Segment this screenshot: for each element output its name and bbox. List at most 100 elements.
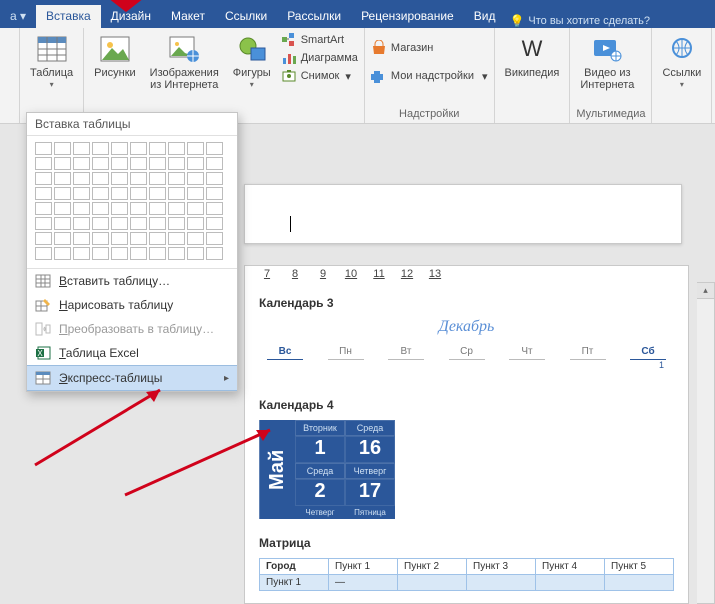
grid-cell[interactable] <box>206 232 223 245</box>
grid-cell[interactable] <box>73 232 90 245</box>
grid-cell[interactable] <box>187 172 204 185</box>
grid-cell[interactable] <box>35 217 52 230</box>
gallery-item-matrix[interactable]: Город Пункт 1 Пункт 2 Пункт 3 Пункт 4 Пу… <box>259 558 674 591</box>
grid-cell[interactable] <box>149 172 166 185</box>
grid-cell[interactable] <box>168 247 185 260</box>
grid-cell[interactable] <box>149 202 166 215</box>
grid-cell[interactable] <box>92 142 109 155</box>
grid-cell[interactable] <box>92 187 109 200</box>
shapes-button[interactable]: Фигуры▾ <box>229 31 275 91</box>
grid-cell[interactable] <box>73 247 90 260</box>
screenshot-button[interactable]: Снимок▾ <box>281 67 358 85</box>
tab-view[interactable]: Вид <box>464 5 506 28</box>
grid-cell[interactable] <box>35 157 52 170</box>
grid-cell[interactable] <box>187 187 204 200</box>
grid-cell[interactable] <box>73 187 90 200</box>
grid-cell[interactable] <box>168 217 185 230</box>
chart-button[interactable]: Диаграмма <box>281 49 358 67</box>
grid-cell[interactable] <box>111 232 128 245</box>
grid-cell[interactable] <box>35 232 52 245</box>
grid-cell[interactable] <box>73 157 90 170</box>
grid-cell[interactable] <box>92 172 109 185</box>
grid-cell[interactable] <box>187 217 204 230</box>
grid-cell[interactable] <box>187 247 204 260</box>
grid-cell[interactable] <box>35 202 52 215</box>
table-button[interactable]: Таблица▾ <box>26 31 77 91</box>
grid-cell[interactable] <box>149 217 166 230</box>
grid-cell[interactable] <box>130 172 147 185</box>
grid-cell[interactable] <box>206 187 223 200</box>
grid-cell[interactable] <box>206 172 223 185</box>
grid-cell[interactable] <box>130 232 147 245</box>
grid-cell[interactable] <box>111 202 128 215</box>
grid-cell[interactable] <box>168 232 185 245</box>
gallery-scrollbar[interactable]: ▴ <box>697 282 715 604</box>
grid-cell[interactable] <box>149 187 166 200</box>
grid-cell[interactable] <box>187 142 204 155</box>
grid-cell[interactable] <box>54 157 71 170</box>
grid-cell[interactable] <box>92 202 109 215</box>
grid-cell[interactable] <box>187 232 204 245</box>
tab-layout[interactable]: Макет <box>161 5 215 28</box>
smartart-button[interactable]: SmartArt <box>281 31 358 49</box>
grid-cell[interactable] <box>54 142 71 155</box>
grid-cell[interactable] <box>187 157 204 170</box>
grid-cell[interactable] <box>73 142 90 155</box>
scroll-up-icon[interactable]: ▴ <box>697 283 714 299</box>
grid-cell[interactable] <box>54 232 71 245</box>
table-size-grid[interactable] <box>27 136 237 268</box>
grid-cell[interactable] <box>187 202 204 215</box>
links-button[interactable]: Ссылки▾ <box>658 31 705 91</box>
grid-cell[interactable] <box>168 157 185 170</box>
grid-cell[interactable] <box>92 232 109 245</box>
grid-cell[interactable] <box>73 202 90 215</box>
grid-cell[interactable] <box>149 142 166 155</box>
pictures-button[interactable]: Рисунки <box>90 31 140 91</box>
tab-references[interactable]: Ссылки <box>215 5 277 28</box>
grid-cell[interactable] <box>111 187 128 200</box>
grid-cell[interactable] <box>168 187 185 200</box>
draw-table-menuitem[interactable]: Нарисовать таблицу <box>27 293 237 317</box>
grid-cell[interactable] <box>92 247 109 260</box>
online-pictures-button[interactable]: Изображенияиз Интернета <box>146 31 223 91</box>
store-button[interactable]: Магазин <box>371 39 488 57</box>
grid-cell[interactable] <box>73 217 90 230</box>
grid-cell[interactable] <box>206 157 223 170</box>
excel-table-menuitem[interactable]: X Таблица Excel <box>27 341 237 365</box>
grid-cell[interactable] <box>168 142 185 155</box>
grid-cell[interactable] <box>111 157 128 170</box>
my-addins-button[interactable]: Мои надстройки▾ <box>371 67 488 85</box>
grid-cell[interactable] <box>130 247 147 260</box>
grid-cell[interactable] <box>35 172 52 185</box>
grid-cell[interactable] <box>111 142 128 155</box>
grid-cell[interactable] <box>206 142 223 155</box>
grid-cell[interactable] <box>206 247 223 260</box>
online-video-button[interactable]: Видео изИнтернета <box>576 31 638 91</box>
grid-cell[interactable] <box>130 217 147 230</box>
grid-cell[interactable] <box>111 217 128 230</box>
tab-mailings[interactable]: Рассылки <box>277 5 351 28</box>
grid-cell[interactable] <box>73 172 90 185</box>
grid-cell[interactable] <box>149 247 166 260</box>
grid-cell[interactable] <box>130 202 147 215</box>
grid-cell[interactable] <box>54 247 71 260</box>
grid-cell[interactable] <box>54 187 71 200</box>
grid-cell[interactable] <box>35 187 52 200</box>
wikipedia-button[interactable]: W Википедия <box>501 31 564 91</box>
grid-cell[interactable] <box>111 247 128 260</box>
grid-cell[interactable] <box>206 217 223 230</box>
grid-cell[interactable] <box>130 187 147 200</box>
gallery-item-calendar4[interactable]: Май ВторникСреда 116 СредаЧетверг 217 Че… <box>259 420 674 524</box>
document-page[interactable] <box>244 184 682 244</box>
grid-cell[interactable] <box>92 157 109 170</box>
grid-cell[interactable] <box>35 142 52 155</box>
grid-cell[interactable] <box>130 142 147 155</box>
grid-cell[interactable] <box>149 157 166 170</box>
tell-me[interactable]: 💡 Что вы хотите сделать? <box>509 14 650 28</box>
grid-cell[interactable] <box>168 172 185 185</box>
grid-cell[interactable] <box>92 217 109 230</box>
grid-cell[interactable] <box>35 247 52 260</box>
grid-cell[interactable] <box>168 202 185 215</box>
grid-cell[interactable] <box>111 172 128 185</box>
tab-insert[interactable]: Вставка <box>36 5 101 28</box>
